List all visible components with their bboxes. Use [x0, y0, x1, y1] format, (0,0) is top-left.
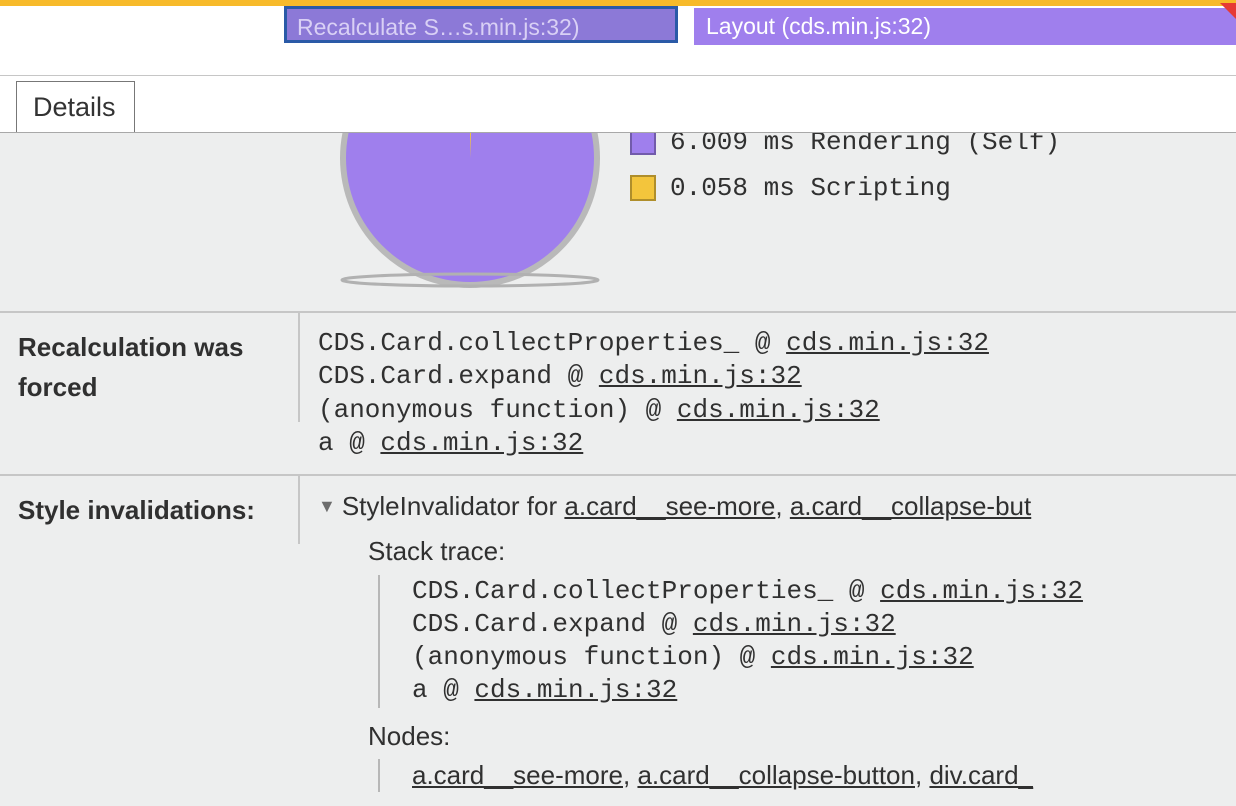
stack-line: CDS.Card.collectProperties_ @ cds.min.js…	[318, 327, 1228, 360]
swatch-purple-icon	[630, 133, 656, 155]
stack-at: @	[739, 328, 786, 358]
source-link[interactable]: cds.min.js:32	[771, 642, 974, 672]
stack-line: CDS.Card.expand @ cds.min.js:32	[318, 360, 1228, 393]
swatch-yellow-icon	[630, 175, 656, 201]
stack-fn: CDS.Card.collectProperties_	[318, 328, 739, 358]
recalculation-forced-stack: CDS.Card.collectProperties_ @ cds.min.js…	[300, 313, 1236, 474]
pie-legend: 6.009 ms Rendering (Self) 0.058 ms Scrip…	[630, 133, 1060, 219]
disclosure-triangle-icon[interactable]: ▼	[318, 495, 336, 518]
invalidator-prefix: StyleInvalidator for	[342, 491, 565, 521]
recalculation-forced-label: Recalculation was forced	[0, 313, 300, 422]
flame-bar-recalculate-style[interactable]: Recalculate S…s.min.js:32)	[284, 6, 678, 43]
invalidator-header: ▼StyleInvalidator for a.card__see-more, …	[318, 490, 1228, 523]
recalculation-forced-row: Recalculation was forced CDS.Card.collec…	[0, 313, 1236, 476]
stack-fn: CDS.Card.expand	[412, 609, 646, 639]
legend-rendering: 6.009 ms Rendering (Self)	[630, 133, 1060, 157]
node-link[interactable]: a.card__see-more	[564, 491, 775, 521]
stack-line: (anonymous function) @ cds.min.js:32	[412, 641, 1228, 674]
stack-line: CDS.Card.collectProperties_ @ cds.min.js…	[412, 575, 1228, 608]
stack-line: a @ cds.min.js:32	[318, 427, 1228, 460]
source-link[interactable]: cds.min.js:32	[786, 328, 989, 358]
tab-details[interactable]: Details	[16, 81, 135, 132]
details-panel: 6.009 ms Rendering (Self) 0.058 ms Scrip…	[0, 133, 1236, 806]
source-link[interactable]: cds.min.js:32	[599, 361, 802, 391]
stack-line: CDS.Card.expand @ cds.min.js:32	[412, 608, 1228, 641]
invalidator-stacktrace: Stack trace: CDS.Card.collectProperties_…	[368, 535, 1228, 707]
stack-at: @	[428, 675, 475, 705]
style-invalidations-label: Style invalidations:	[0, 476, 300, 544]
flame-warning-icon	[1220, 3, 1236, 19]
stack-at: @	[630, 395, 677, 425]
stack-at: @	[646, 609, 693, 639]
tabs-bar: Details	[0, 75, 1236, 133]
stack-fn: a	[412, 675, 428, 705]
source-link[interactable]: cds.min.js:32	[380, 428, 583, 458]
stack-at: @	[724, 642, 771, 672]
node-link[interactable]: a.card__collapse-but	[790, 491, 1031, 521]
stack-fn: (anonymous function)	[318, 395, 630, 425]
aggregated-time-row: 6.009 ms Rendering (Self) 0.058 ms Scrip…	[0, 133, 1236, 313]
nodes-title: Nodes:	[368, 720, 1228, 753]
stack-at: @	[552, 361, 599, 391]
nodes-line: a.card__see-more, a.card__collapse-butto…	[412, 759, 1228, 792]
style-invalidations-row: Style invalidations: ▼ StyleInvalidator f…	[0, 476, 1236, 806]
sep: ,	[623, 760, 637, 790]
legend-scripting-label: 0.058 ms Scripting	[670, 173, 951, 203]
sep: ,	[915, 760, 929, 790]
stack-fn: a	[318, 428, 334, 458]
source-link[interactable]: cds.min.js:32	[693, 609, 896, 639]
stack-at: @	[334, 428, 381, 458]
legend-scripting: 0.058 ms Scripting	[630, 173, 1060, 203]
nodes-list: a.card__see-more, a.card__collapse-butto…	[378, 759, 1228, 792]
stack-fn: CDS.Card.collectProperties_	[412, 576, 833, 606]
pie-chart	[335, 133, 605, 313]
node-link[interactable]: div.card_	[929, 760, 1033, 790]
stack-line: (anonymous function) @ cds.min.js:32	[318, 394, 1228, 427]
style-invalidations-value: ▼ StyleInvalidator for a.card__see-more, …	[300, 476, 1236, 806]
legend-rendering-label: 6.009 ms Rendering (Self)	[670, 133, 1060, 157]
node-link[interactable]: a.card__see-more	[412, 760, 623, 790]
source-link[interactable]: cds.min.js:32	[474, 675, 677, 705]
stack-at: @	[833, 576, 880, 606]
stack-line: a @ cds.min.js:32	[412, 674, 1228, 707]
source-link[interactable]: cds.min.js:32	[677, 395, 880, 425]
stacktrace-lines: CDS.Card.collectProperties_ @ cds.min.js…	[378, 575, 1228, 708]
stack-fn: (anonymous function)	[412, 642, 724, 672]
stacktrace-title: Stack trace:	[368, 535, 1228, 568]
flame-bar-layout[interactable]: Layout (cds.min.js:32)	[694, 8, 1236, 45]
flame-chart-area: Recalculate S…s.min.js:32) Layout (cds.m…	[0, 0, 1236, 75]
node-link[interactable]: a.card__collapse-button	[637, 760, 915, 790]
source-link[interactable]: cds.min.js:32	[880, 576, 1083, 606]
sep: ,	[775, 491, 789, 521]
invalidator-nodes: Nodes: a.card__see-more, a.card__collaps…	[368, 720, 1228, 793]
stack-fn: CDS.Card.expand	[318, 361, 552, 391]
